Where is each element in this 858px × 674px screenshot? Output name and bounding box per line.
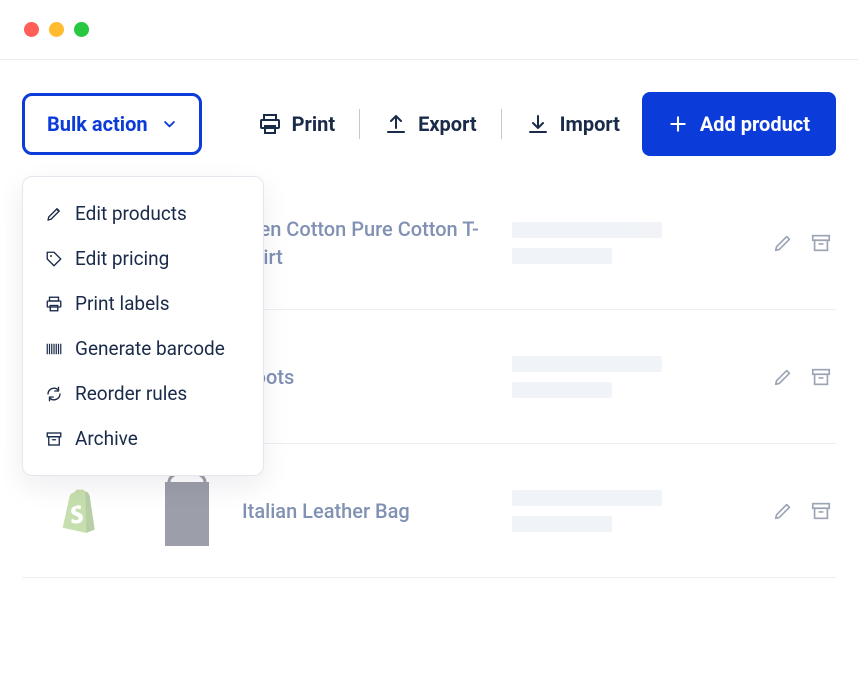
add-product-label: Add product — [700, 112, 810, 136]
thumbnail-cell — [132, 468, 242, 554]
bulk-action-dropdown: Edit products Edit pricing Print labels … — [22, 176, 264, 476]
dd-label: Print labels — [75, 292, 170, 315]
row-actions — [772, 366, 836, 388]
plus-icon — [668, 114, 688, 134]
dd-edit-pricing[interactable]: Edit pricing — [23, 236, 263, 281]
dd-generate-barcode[interactable]: Generate barcode — [23, 326, 263, 371]
barcode-icon — [45, 340, 63, 358]
brand-cell — [22, 487, 132, 535]
add-product-button[interactable]: Add product — [642, 92, 836, 156]
dd-reorder-rules[interactable]: Reorder rules — [23, 371, 263, 416]
edit-icon[interactable] — [772, 366, 794, 388]
printer-icon — [258, 112, 282, 136]
product-name[interactable]: Boots — [242, 363, 492, 391]
refresh-icon — [45, 385, 63, 403]
toolbar-separator — [359, 109, 360, 139]
shopify-icon — [56, 487, 98, 535]
dd-archive[interactable]: Archive — [23, 416, 263, 461]
placeholder-cell — [492, 222, 772, 264]
placeholder-line — [512, 248, 612, 264]
placeholder-cell — [492, 490, 772, 532]
dd-label: Edit pricing — [75, 247, 169, 270]
window-chrome — [0, 0, 858, 60]
dd-label: Generate barcode — [75, 337, 225, 360]
dd-label: Edit products — [75, 202, 187, 225]
placeholder-line — [512, 356, 662, 372]
product-name[interactable]: Men Cotton Pure Cotton T-shirt — [242, 215, 492, 271]
row-actions — [772, 232, 836, 254]
export-label: Export — [418, 112, 477, 136]
import-label: Import — [560, 112, 620, 136]
archive-icon[interactable] — [810, 500, 832, 522]
placeholder-line — [512, 222, 662, 238]
import-button[interactable]: Import — [524, 106, 622, 142]
printer-icon — [45, 295, 63, 313]
placeholder-line — [512, 490, 662, 506]
bulk-action-label: Bulk action — [47, 112, 148, 136]
toolbar: Bulk action Print Export Import — [0, 60, 858, 176]
archive-icon — [45, 430, 63, 448]
export-button[interactable]: Export — [382, 106, 479, 142]
edit-icon[interactable] — [772, 232, 794, 254]
print-label: Print — [292, 112, 336, 136]
toolbar-separator — [501, 109, 502, 139]
dd-print-labels[interactable]: Print labels — [23, 281, 263, 326]
pencil-icon — [45, 205, 63, 223]
chevron-down-icon — [162, 117, 177, 132]
archive-icon[interactable] — [810, 366, 832, 388]
close-dot[interactable] — [24, 22, 39, 37]
tag-icon — [45, 250, 63, 268]
dd-edit-products[interactable]: Edit products — [23, 191, 263, 236]
bag-thumbnail — [151, 468, 223, 554]
maximize-dot[interactable] — [74, 22, 89, 37]
bulk-action-button[interactable]: Bulk action — [22, 93, 202, 155]
edit-icon[interactable] — [772, 500, 794, 522]
download-icon — [526, 112, 550, 136]
placeholder-line — [512, 382, 612, 398]
upload-icon — [384, 112, 408, 136]
row-actions — [772, 500, 836, 522]
dd-label: Archive — [75, 427, 138, 450]
archive-icon[interactable] — [810, 232, 832, 254]
placeholder-line — [512, 516, 612, 532]
placeholder-cell — [492, 356, 772, 398]
minimize-dot[interactable] — [49, 22, 64, 37]
dd-label: Reorder rules — [75, 382, 187, 405]
print-button[interactable]: Print — [256, 106, 338, 142]
product-name[interactable]: Italian Leather Bag — [242, 497, 492, 525]
